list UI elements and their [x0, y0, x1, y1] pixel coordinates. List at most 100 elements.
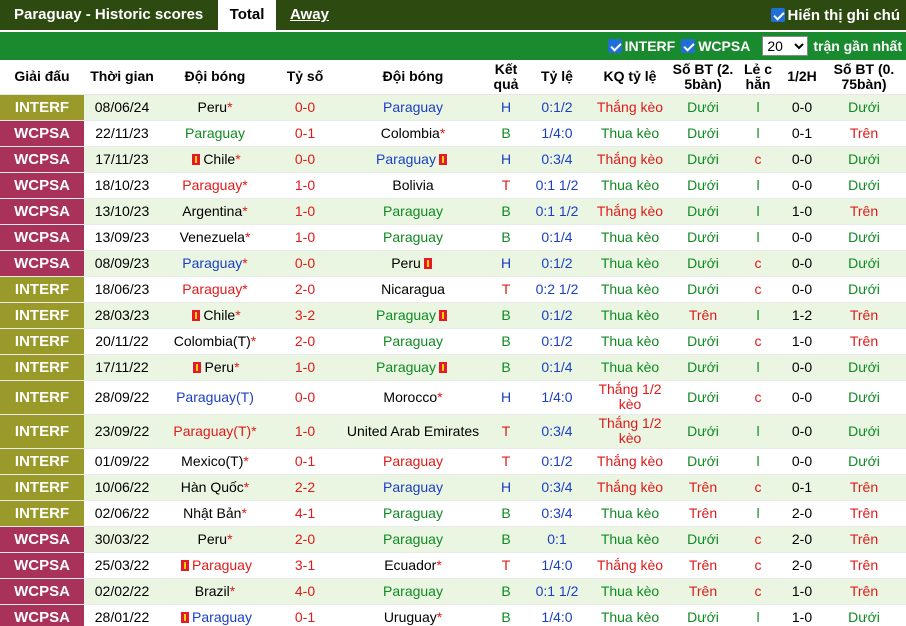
- score-cell[interactable]: 3-2: [270, 302, 340, 329]
- table-row[interactable]: INTERF 10/06/22 Hàn Quốc* 2-2 Paraguay H 0:3/4…: [0, 474, 906, 501]
- competition-cell[interactable]: INTERF: [0, 414, 84, 449]
- tab-total[interactable]: Total: [218, 0, 276, 30]
- home-team-cell[interactable]: Chile*: [160, 302, 270, 329]
- table-row[interactable]: WCPSA 30/03/22 Peru* 2-0 Paraguay B 0:1 Thua kè…: [0, 526, 906, 553]
- home-team-cell[interactable]: Chile*: [160, 146, 270, 173]
- table-row[interactable]: WCPSA 02/02/22 Brazil* 4-0 Paraguay B 0:1 1/2 T…: [0, 578, 906, 605]
- tab-away[interactable]: Away: [276, 0, 343, 30]
- score-cell[interactable]: 0-0: [270, 380, 340, 415]
- table-row[interactable]: INTERF 08/06/24 Peru* 0-0 Paraguay H 0:1/2 Thắn…: [0, 94, 906, 121]
- score-cell[interactable]: 2-0: [270, 328, 340, 355]
- away-team-cell[interactable]: Paraguay: [340, 328, 486, 355]
- competition-cell[interactable]: INTERF: [0, 380, 84, 415]
- table-row[interactable]: INTERF 17/11/22 Peru* 1-0 Paraguay B 0:1/4 Thua…: [0, 354, 906, 381]
- away-team-cell[interactable]: Paraguay: [340, 146, 486, 173]
- table-row[interactable]: WCPSA 22/11/23 Paraguay 0-1 Colombia* B 1/4:0 T…: [0, 120, 906, 147]
- home-team-cell[interactable]: Colombia(T)*: [160, 328, 270, 355]
- home-team-cell[interactable]: Paraguay: [160, 120, 270, 147]
- competition-cell[interactable]: INTERF: [0, 500, 84, 527]
- filter-wcpsa[interactable]: WCPSA: [681, 38, 750, 54]
- score-cell[interactable]: 1-0: [270, 172, 340, 199]
- score-cell[interactable]: 0-1: [270, 448, 340, 475]
- home-team-cell[interactable]: Peru*: [160, 94, 270, 121]
- competition-cell[interactable]: WCPSA: [0, 198, 84, 225]
- score-cell[interactable]: 2-2: [270, 474, 340, 501]
- score-cell[interactable]: 2-0: [270, 276, 340, 303]
- competition-cell[interactable]: INTERF: [0, 302, 84, 329]
- filter-interf[interactable]: INTERF: [607, 38, 675, 54]
- score-cell[interactable]: 0-1: [270, 120, 340, 147]
- home-team-cell[interactable]: Paraguay(T)*: [160, 414, 270, 449]
- competition-cell[interactable]: WCPSA: [0, 120, 84, 147]
- table-row[interactable]: WCPSA 17/11/23 Chile* 0-0 Paraguay H 0:3/4 Thắn…: [0, 146, 906, 173]
- away-team-cell[interactable]: Uruguay*: [340, 604, 486, 626]
- competition-cell[interactable]: WCPSA: [0, 604, 84, 626]
- competition-cell[interactable]: INTERF: [0, 354, 84, 381]
- home-team-cell[interactable]: Paraguay: [160, 604, 270, 626]
- competition-cell[interactable]: WCPSA: [0, 578, 84, 605]
- away-team-cell[interactable]: Paraguay: [340, 354, 486, 381]
- table-row[interactable]: WCPSA 13/09/23 Venezuela* 1-0 Paraguay B 0:1/4…: [0, 224, 906, 251]
- table-row[interactable]: INTERF 02/06/22 Nhật Bản* 4-1 Paraguay B 0:3/4…: [0, 500, 906, 527]
- match-count-select[interactable]: 20: [762, 36, 809, 56]
- score-cell[interactable]: 0-0: [270, 250, 340, 277]
- table-row[interactable]: INTERF 18/06/23 Paraguay* 2-0 Nicaragua T 0:2 …: [0, 276, 906, 303]
- score-cell[interactable]: 2-0: [270, 526, 340, 553]
- away-team-cell[interactable]: Paraguay: [340, 500, 486, 527]
- competition-cell[interactable]: WCPSA: [0, 250, 84, 277]
- table-row[interactable]: INTERF 28/09/22 Paraguay(T) 0-0 Morocco* H 1/4…: [0, 380, 906, 415]
- home-team-cell[interactable]: Mexico(T)*: [160, 448, 270, 475]
- table-row[interactable]: WCPSA 13/10/23 Argentina* 1-0 Paraguay B 0:1 1…: [0, 198, 906, 225]
- away-team-cell[interactable]: Peru: [340, 250, 486, 277]
- home-team-cell[interactable]: Paraguay*: [160, 276, 270, 303]
- away-team-cell[interactable]: Nicaragua: [340, 276, 486, 303]
- competition-cell[interactable]: WCPSA: [0, 146, 84, 173]
- competition-cell[interactable]: INTERF: [0, 276, 84, 303]
- away-team-cell[interactable]: Paraguay: [340, 224, 486, 251]
- away-team-cell[interactable]: United Arab Emirates: [340, 414, 486, 449]
- away-team-cell[interactable]: Paraguay: [340, 94, 486, 121]
- away-team-cell[interactable]: Paraguay: [340, 302, 486, 329]
- score-cell[interactable]: 1-0: [270, 354, 340, 381]
- table-row[interactable]: WCPSA 28/01/22 Paraguay 0-1 Uruguay* B 1/4:0 Th…: [0, 604, 906, 626]
- away-team-cell[interactable]: Paraguay: [340, 198, 486, 225]
- home-team-cell[interactable]: Nhật Bản*: [160, 500, 270, 527]
- show-notes-toggle[interactable]: Hiển thị ghi chú: [770, 0, 900, 30]
- away-team-cell[interactable]: Ecuador*: [340, 552, 486, 579]
- home-team-cell[interactable]: Paraguay: [160, 552, 270, 579]
- home-team-cell[interactable]: Peru*: [160, 526, 270, 553]
- home-team-cell[interactable]: Paraguay*: [160, 250, 270, 277]
- home-team-cell[interactable]: Argentina*: [160, 198, 270, 225]
- competition-cell[interactable]: INTERF: [0, 448, 84, 475]
- competition-cell[interactable]: INTERF: [0, 328, 84, 355]
- score-cell[interactable]: 1-0: [270, 414, 340, 449]
- score-cell[interactable]: 3-1: [270, 552, 340, 579]
- home-team-cell[interactable]: Hàn Quốc*: [160, 474, 270, 501]
- score-cell[interactable]: 1-0: [270, 198, 340, 225]
- competition-cell[interactable]: WCPSA: [0, 224, 84, 251]
- table-row[interactable]: INTERF 01/09/22 Mexico(T)* 0-1 Paraguay T 0:1/…: [0, 448, 906, 475]
- score-cell[interactable]: 1-0: [270, 224, 340, 251]
- away-team-cell[interactable]: Bolivia: [340, 172, 486, 199]
- table-row[interactable]: WCPSA 25/03/22 Paraguay 3-1 Ecuador* T 1/4:0 Th…: [0, 552, 906, 579]
- home-team-cell[interactable]: Peru*: [160, 354, 270, 381]
- competition-cell[interactable]: WCPSA: [0, 526, 84, 553]
- competition-cell[interactable]: INTERF: [0, 474, 84, 501]
- away-team-cell[interactable]: Paraguay: [340, 578, 486, 605]
- away-team-cell[interactable]: Paraguay: [340, 474, 486, 501]
- competition-cell[interactable]: INTERF: [0, 94, 84, 121]
- away-team-cell[interactable]: Paraguay: [340, 526, 486, 553]
- checkbox-icon[interactable]: [681, 39, 696, 53]
- competition-cell[interactable]: WCPSA: [0, 172, 84, 199]
- table-row[interactable]: WCPSA 08/09/23 Paraguay* 0-0 Peru H 0:1/2 Thua …: [0, 250, 906, 277]
- away-team-cell[interactable]: Colombia*: [340, 120, 486, 147]
- checkbox-icon[interactable]: [607, 39, 622, 53]
- score-cell[interactable]: 0-1: [270, 604, 340, 626]
- away-team-cell[interactable]: Morocco*: [340, 380, 486, 415]
- score-cell[interactable]: 0-0: [270, 146, 340, 173]
- away-team-cell[interactable]: Paraguay: [340, 448, 486, 475]
- table-row[interactable]: INTERF 28/03/23 Chile* 3-2 Paraguay B 0:1/2 Thu…: [0, 302, 906, 329]
- home-team-cell[interactable]: Paraguay*: [160, 172, 270, 199]
- table-row[interactable]: INTERF 23/09/22 Paraguay(T)* 1-0 United Arab…: [0, 414, 906, 449]
- score-cell[interactable]: 0-0: [270, 94, 340, 121]
